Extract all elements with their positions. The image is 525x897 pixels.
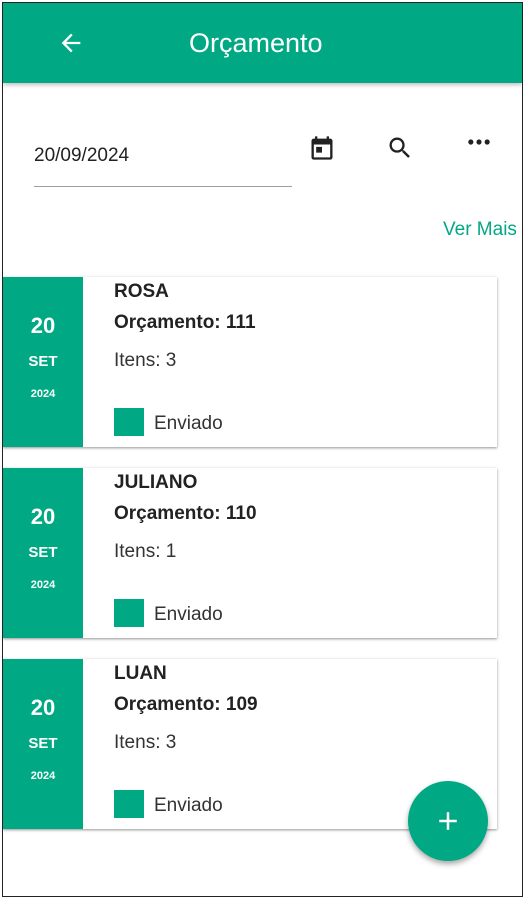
card-month: SET [28, 353, 58, 370]
card-status: Enviado [154, 413, 223, 434]
card-month: SET [28, 544, 58, 561]
card-day: 20 [30, 313, 56, 338]
card-year: 2024 [30, 388, 56, 400]
card-client-name: ROSA [114, 281, 169, 302]
card-date-badge: 20 SET 2024 [3, 277, 83, 447]
add-budget-button[interactable] [408, 781, 488, 861]
arrow-back-icon [61, 33, 81, 53]
card-item-count: Itens: 3 [114, 350, 177, 371]
card-client-name: JULIANO [114, 472, 198, 493]
app-frame: Orçamento Ver Mais 20 SET 2024 ROSA Orça… [2, 2, 523, 897]
card-date-badge: 20 SET 2024 [3, 659, 83, 829]
budget-card[interactable]: 20 SET 2024 ROSA Orçamento: 111 Itens: 3… [3, 277, 497, 447]
search-button[interactable] [383, 131, 417, 165]
plus-icon [439, 812, 457, 830]
card-item-count: Itens: 3 [114, 732, 177, 753]
budget-card[interactable]: 20 SET 2024 JULIANO Orçamento: 110 Itens… [3, 468, 497, 638]
card-budget-number: Orçamento: 109 [114, 694, 258, 715]
date-input[interactable] [34, 131, 292, 167]
card-budget-number: Orçamento: 110 [114, 503, 257, 524]
status-color-swatch [114, 408, 144, 436]
more-horizontal-icon [468, 139, 490, 145]
status-color-swatch [114, 599, 144, 627]
card-year: 2024 [30, 770, 56, 782]
date-field[interactable] [34, 131, 292, 187]
ver-mais-link[interactable]: Ver Mais [443, 219, 517, 241]
status-color-swatch [114, 790, 144, 818]
card-year: 2024 [30, 579, 56, 591]
card-client-name: LUAN [114, 663, 167, 684]
back-button[interactable] [55, 27, 87, 59]
card-item-count: Itens: 1 [114, 541, 177, 562]
card-date-badge: 20 SET 2024 [3, 468, 83, 638]
app-bar: Orçamento [3, 3, 522, 83]
search-icon [389, 137, 410, 158]
more-options-button[interactable] [462, 125, 496, 159]
calendar-button[interactable] [305, 131, 339, 165]
card-budget-number: Orçamento: 111 [114, 312, 256, 333]
card-status: Enviado [154, 604, 223, 625]
card-status: Enviado [154, 795, 223, 816]
card-month: SET [28, 735, 58, 752]
calendar-icon [311, 136, 333, 160]
page-title: Orçamento [189, 28, 323, 58]
card-day: 20 [30, 504, 56, 529]
card-day: 20 [30, 695, 56, 720]
